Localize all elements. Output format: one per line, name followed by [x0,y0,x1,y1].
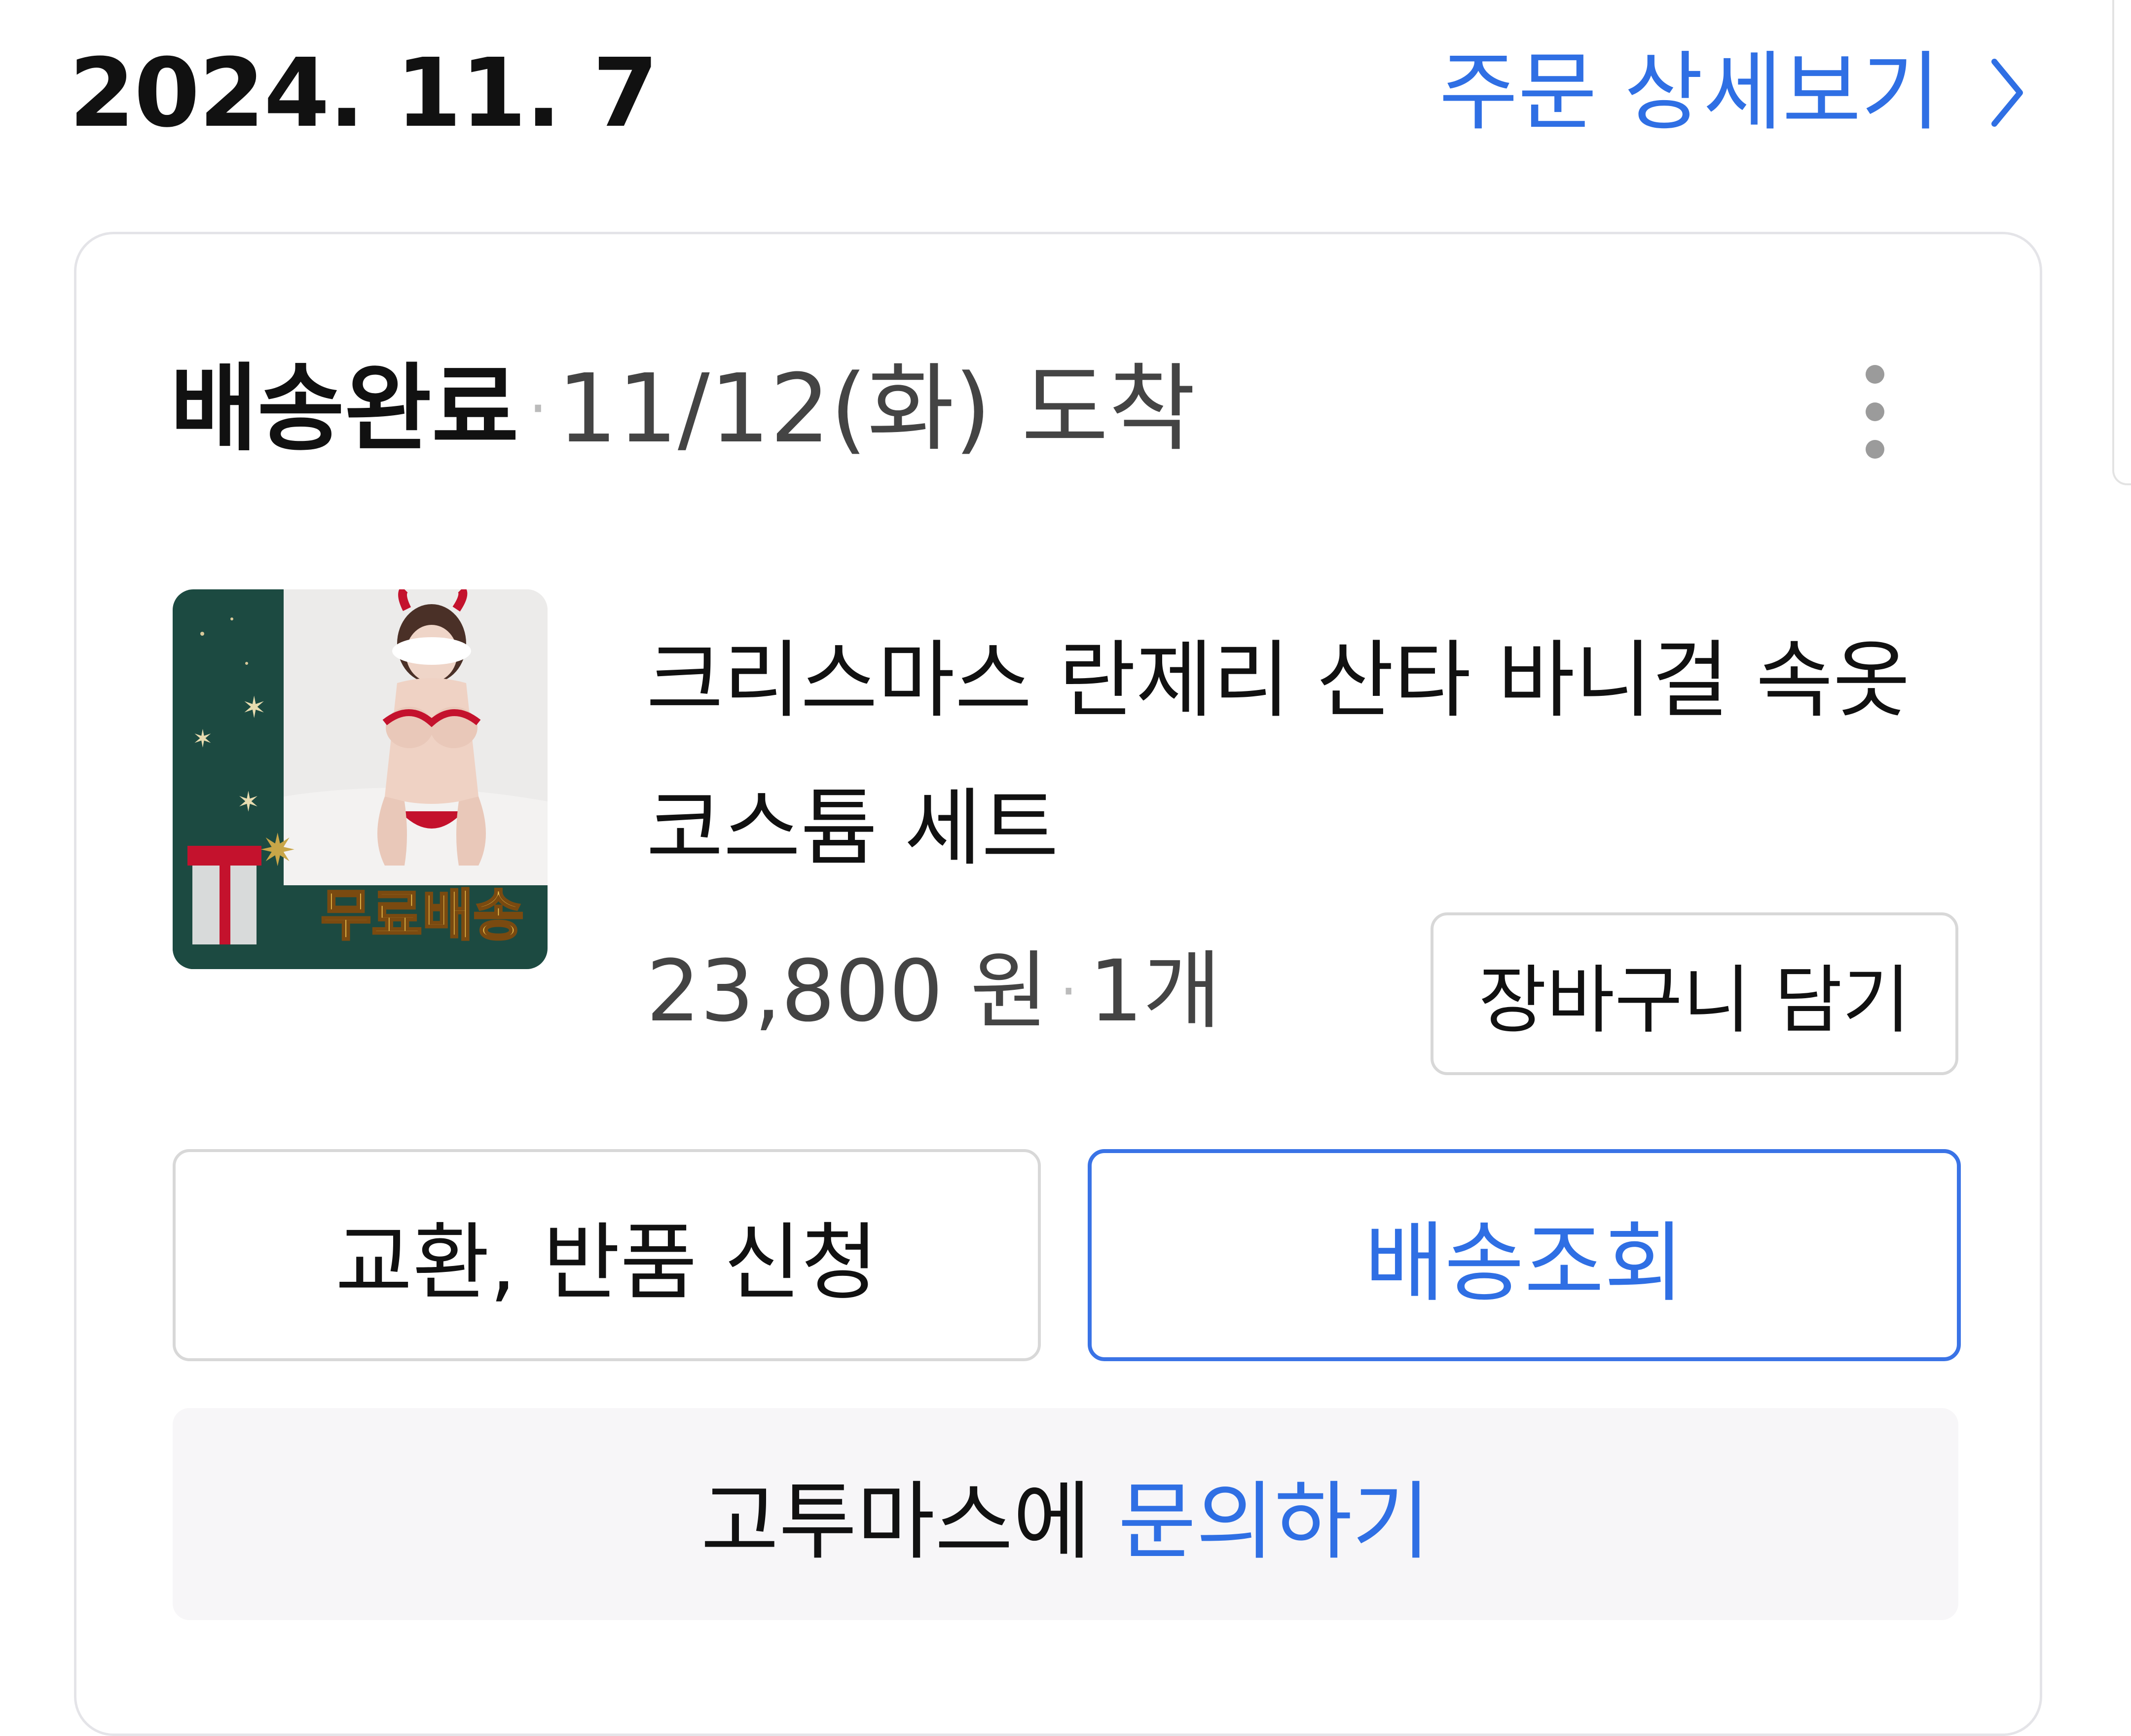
order-detail-link[interactable]: 주문 상세보기 [1439,38,2025,147]
adjacent-card-edge [2112,0,2131,485]
inquiry-action: 문의하기 [1118,1472,1431,1571]
delivery-status-line: 배송완료 · 11/12(화) 도착 [170,355,1196,464]
free-shipping-badge: 무료배송 [321,884,524,948]
order-date: 2024. 11. 7 [69,38,659,148]
svg-text:✶: ✶ [192,724,213,753]
exchange-return-button[interactable]: 교환, 반품 신청 [173,1149,1041,1361]
separator-dot: · [528,375,548,443]
svg-text:✷: ✷ [259,825,296,876]
separator-dot: · [1060,960,1077,1023]
more-vertical-icon[interactable] [1860,365,1889,459]
add-to-cart-button[interactable]: 장바구니 담기 [1431,912,1958,1075]
product-price: 23,800 원 [646,941,1048,1041]
delivery-status: 배송완료 [170,354,519,464]
product-name[interactable]: 크리스마스 란제리 산타 바니걸 속옷 코스튬 세트 [646,607,1978,903]
arrival-date: 11/12(화) 도착 [557,354,1196,464]
svg-text:✶: ✶ [242,690,266,725]
product-quantity: 1개 [1089,941,1221,1041]
chevron-right-icon [1991,59,2023,127]
track-delivery-button[interactable]: 배송조회 [1088,1149,1961,1361]
product-thumbnail[interactable]: ✶ ✶ ✶ ✷ 무료배송 [173,589,548,969]
order-detail-label: 주문 상세보기 [1439,42,1940,143]
seller-inquiry-button[interactable]: 고투마스에 문의하기 [173,1408,1958,1620]
seller-name: 고투마스에 [700,1472,1091,1571]
svg-text:✶: ✶ [237,786,260,818]
price-quantity-line: 23,800 원 · 1개 [646,937,1221,1046]
product-photo: ✶ ✶ ✶ ✷ 무료배송 [173,589,548,969]
